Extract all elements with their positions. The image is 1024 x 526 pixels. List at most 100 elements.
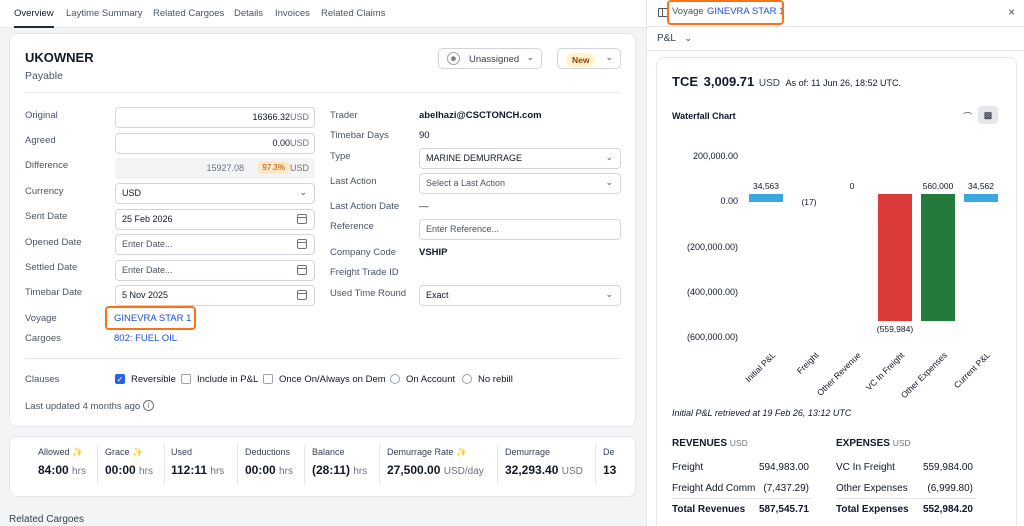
y-tick-label: (400,000.00)	[686, 286, 738, 297]
reversible-label: Reversible	[131, 374, 176, 385]
x-category-label: Current P&L	[951, 350, 993, 391]
timebar-date-value: 5 Nov 2025	[122, 290, 169, 300]
metric-used-value: 112:11 hrs	[171, 463, 225, 477]
sent-date-input[interactable]: 25 Feb 2026	[115, 209, 315, 230]
reversible-checkbox[interactable]: ✓	[115, 374, 125, 384]
last-action-select[interactable]: Select a Last Action ⌄	[419, 173, 621, 194]
calendar-icon[interactable]	[297, 214, 307, 224]
opened-date-input[interactable]: Enter Date...	[115, 234, 315, 255]
metric-demurrage-rate-value: 27,500.00 USD/day	[387, 463, 484, 477]
tab-invoices[interactable]: Invoices	[275, 0, 310, 28]
chevron-down-icon: ⌄	[605, 289, 613, 299]
last-action-label: Last Action	[330, 176, 377, 187]
voyage-panel: Voyage GINEVRA STAR 1 × P&L ⌄ TCE 3,009.…	[646, 0, 1024, 526]
chevron-down-icon: ⌄	[526, 52, 534, 62]
chevron-down-icon: ⌄	[605, 52, 613, 62]
original-amount-input[interactable]: 16366.32 USD	[115, 107, 315, 128]
revenue-label: Freight	[672, 462, 704, 473]
on-account-radio[interactable]	[390, 374, 400, 384]
waterfall-bar[interactable]	[749, 194, 783, 203]
chevron-down-icon: ⌄	[684, 33, 692, 43]
type-label: Type	[330, 151, 351, 162]
last-action-placeholder: Select a Last Action	[426, 178, 506, 188]
metric-demurrage-label: Demurrage	[505, 447, 551, 457]
timebar-date-input[interactable]: 5 Nov 2025	[115, 285, 315, 306]
currency-value: USD	[122, 188, 142, 198]
original-unit: USD	[289, 112, 309, 122]
chevron-down-icon: ⌄	[605, 152, 613, 162]
sparkle-icon: ✨	[132, 447, 144, 457]
expense-label: Other Expenses	[836, 483, 908, 494]
waterfall-bar[interactable]	[878, 194, 912, 322]
no-rebill-radio[interactable]	[462, 374, 472, 384]
metric-balance-value: (28:11) hrs	[312, 463, 368, 477]
pl-dropdown-value: P&L	[657, 33, 676, 44]
trader-label: Trader	[330, 110, 358, 121]
claim-card: UKOWNER Payable ☻ Unassigned ⌄ New ⌄ Ori…	[9, 33, 636, 427]
voyage-panel-highlight	[667, 0, 784, 25]
pl-divider	[647, 50, 1024, 51]
clauses-label: Clauses	[25, 374, 60, 385]
metric-deductions-value: 00:00 hrs	[245, 463, 293, 477]
assignee-dropdown[interactable]: ☻ Unassigned ⌄	[438, 48, 542, 69]
company-code-value: VSHIP	[419, 247, 448, 258]
metric-allowed-label: Allowed ✨	[38, 447, 84, 457]
revenue-value: (7,437.29)	[763, 483, 809, 494]
metric-divider	[304, 445, 305, 485]
x-category-label: Initial P&L	[742, 350, 778, 385]
voyage-panel-header: Voyage GINEVRA STAR 1 ×	[647, 0, 1024, 27]
no-rebill-label: No rebill	[478, 374, 513, 385]
tab-details[interactable]: Details	[234, 0, 263, 28]
tab-overview[interactable]: Overview	[14, 0, 54, 28]
agreed-amount-value: 0.00	[272, 138, 290, 148]
expenses-title: EXPENSES USD	[836, 438, 911, 449]
opened-date-label: Opened Date	[25, 237, 82, 248]
tab-laytime-summary[interactable]: Laytime Summary	[66, 0, 143, 28]
original-amount-value: 16366.32	[252, 112, 290, 122]
calendar-icon[interactable]	[297, 265, 307, 275]
status-dropdown[interactable]: New ⌄	[557, 48, 621, 69]
tab-related-claims[interactable]: Related Claims	[321, 0, 385, 28]
type-select[interactable]: MARINE DEMURRAGE ⌄	[419, 148, 621, 169]
waterfall-chart: 200,000.00 0.00 (200,000.00) (400,000.00) (6…	[657, 58, 1018, 408]
trader-value: abelhazi@CSCTONCH.com	[419, 110, 542, 121]
difference-pct-badge: 97.3%	[257, 161, 290, 174]
pl-dropdown[interactable]: P&L ⌄	[657, 33, 692, 44]
x-category-label: Other Expenses	[898, 350, 950, 401]
metric-truncated-label: De	[603, 447, 615, 457]
metric-demurrage-value: 32,293.40 USD	[505, 463, 583, 477]
reference-input[interactable]: Enter Reference...	[419, 219, 621, 240]
agreed-amount-input[interactable]: 0.00 USD	[115, 133, 315, 154]
settled-date-input[interactable]: Enter Date...	[115, 260, 315, 281]
metric-grace-label: Grace ✨	[105, 447, 144, 457]
x-category-label: Freight	[794, 350, 821, 376]
page-subtitle: Payable	[25, 70, 63, 82]
calendar-icon[interactable]	[297, 290, 307, 300]
expense-value: (6,999.80)	[927, 483, 973, 494]
x-category-label: Other Revenue	[815, 350, 864, 398]
include-in-pl-checkbox[interactable]	[181, 374, 191, 384]
metric-allowed-value: 84:00 hrs	[38, 463, 86, 477]
sparkle-icon: ✨	[72, 447, 84, 457]
info-icon[interactable]: i	[143, 400, 154, 411]
currency-select[interactable]: USD ⌄	[115, 183, 315, 204]
revenue-value: 594,983.00	[758, 462, 809, 473]
related-cargoes-heading: Related Cargoes	[9, 514, 85, 525]
close-icon[interactable]: ×	[1008, 5, 1015, 19]
calendar-icon[interactable]	[297, 239, 307, 249]
waterfall-bar[interactable]	[964, 194, 998, 203]
last-action-date-label: Last Action Date	[330, 201, 400, 212]
expense-value: 559,984.00	[922, 462, 973, 473]
revenues-title: REVENUES USD	[672, 438, 748, 449]
waterfall-bar[interactable]	[921, 194, 955, 322]
cargo-link[interactable]: 802: FUEL OIL	[114, 333, 177, 344]
expense-label: VC In Freight	[836, 462, 895, 473]
once-on-always-on-dem-checkbox[interactable]	[263, 374, 273, 384]
opened-date-placeholder: Enter Date...	[122, 239, 173, 249]
used-time-round-select[interactable]: Exact ⌄	[419, 285, 621, 306]
once-on-always-on-dem-label: Once On/Always on Dem	[279, 374, 386, 385]
expense-divider	[836, 498, 976, 499]
tab-related-cargoes[interactable]: Related Cargoes	[153, 0, 224, 28]
reference-placeholder: Enter Reference...	[426, 224, 500, 234]
user-icon: ☻	[447, 52, 460, 65]
